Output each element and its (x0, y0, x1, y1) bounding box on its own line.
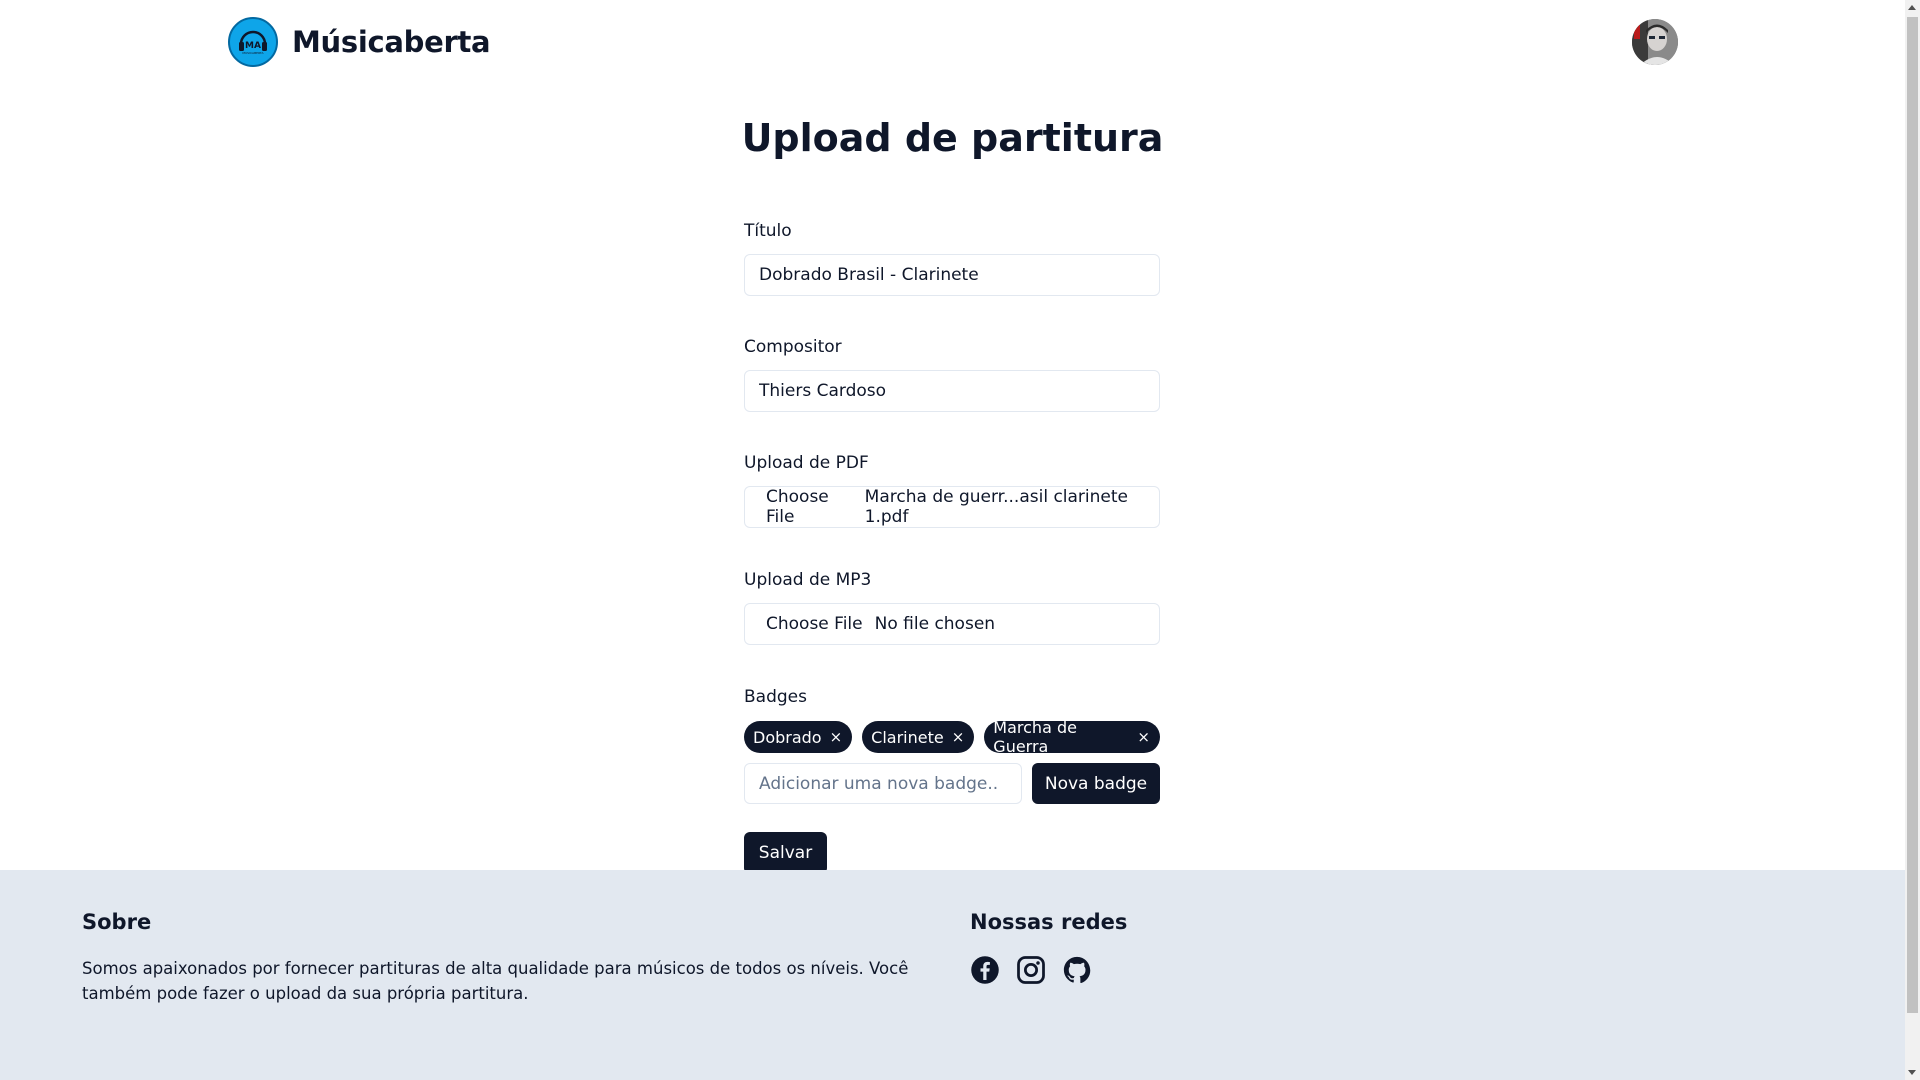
badge-label: Marcha de Guerra (993, 718, 1077, 756)
add-badge-button[interactable]: Nova badge (1032, 763, 1160, 804)
about-text: Somos apaixonados por fornecer partitura… (82, 959, 909, 1003)
upload-form: Título Compositor Upload de PDF Choose F… (744, 220, 1160, 874)
pdf-file-name: Marcha de guerr...asil clarinete 1.pdf (864, 487, 1129, 527)
new-badge-input[interactable] (744, 763, 1022, 804)
logo-icon: MA MUSICABERTA (228, 17, 278, 67)
scroll-up-arrow-icon[interactable] (1908, 5, 1916, 10)
scroll-down-arrow-icon[interactable] (1908, 1070, 1916, 1075)
instagram-icon[interactable] (1016, 955, 1046, 985)
logo-subtext: MUSICABERTA (242, 51, 264, 55)
badge-list: Dobrado × Clarinete × Marcha de Guerra × (744, 718, 1160, 756)
user-avatar[interactable] (1632, 19, 1678, 65)
social-links (970, 955, 1092, 985)
titulo-input[interactable] (744, 254, 1160, 296)
new-badge-row: Nova badge (744, 763, 1160, 804)
remove-badge-icon[interactable]: × (1137, 728, 1150, 746)
badge-clarinete: Clarinete × (862, 721, 975, 753)
page-scrollbar[interactable] (1905, 0, 1920, 1080)
site-header: MA MUSICABERTA Músicaberta (0, 0, 1905, 84)
facebook-icon[interactable] (970, 955, 1000, 985)
about-title: Sobre (82, 910, 152, 934)
badge-label: Dobrado (753, 727, 822, 747)
badge-dobrado: Dobrado × (744, 721, 853, 753)
titulo-label: Título (744, 221, 792, 241)
compositor-label: Compositor (744, 337, 842, 357)
site-footer: Sobre Somos apaixonados por fornecer par… (0, 870, 1905, 1080)
logo-text: MA (245, 41, 261, 51)
mp3-choose-file-button[interactable]: Choose File (766, 614, 863, 634)
scroll-thumb[interactable] (1907, 17, 1918, 1013)
avatar-photo-icon (1632, 19, 1678, 65)
pdf-choose-file-button[interactable]: Choose File (766, 487, 853, 527)
mp3-file-input[interactable]: Choose File No file chosen (744, 603, 1160, 645)
mp3-upload-label: Upload de MP3 (744, 570, 872, 590)
page-title: Upload de partitura (741, 116, 1164, 160)
remove-badge-icon[interactable]: × (952, 728, 965, 746)
compositor-input[interactable] (744, 370, 1160, 412)
remove-badge-icon[interactable]: × (830, 728, 843, 746)
mp3-file-name: No file chosen (874, 614, 996, 634)
save-button[interactable]: Salvar (744, 832, 827, 874)
badges-label: Badges (744, 687, 807, 707)
badge-marcha-de-guerra: Marcha de Guerra × (984, 718, 1160, 756)
headphones-logo-icon: MA MUSICABERTA (239, 30, 267, 55)
pdf-file-input[interactable]: Choose File Marcha de guerr...asil clari… (744, 486, 1160, 528)
brand[interactable]: MA MUSICABERTA Músicaberta (228, 17, 491, 67)
social-title: Nossas redes (970, 910, 1128, 934)
pdf-upload-label: Upload de PDF (744, 453, 869, 473)
github-icon[interactable] (1062, 955, 1092, 985)
badge-label: Clarinete (871, 727, 944, 747)
brand-name: Músicaberta (292, 25, 491, 59)
